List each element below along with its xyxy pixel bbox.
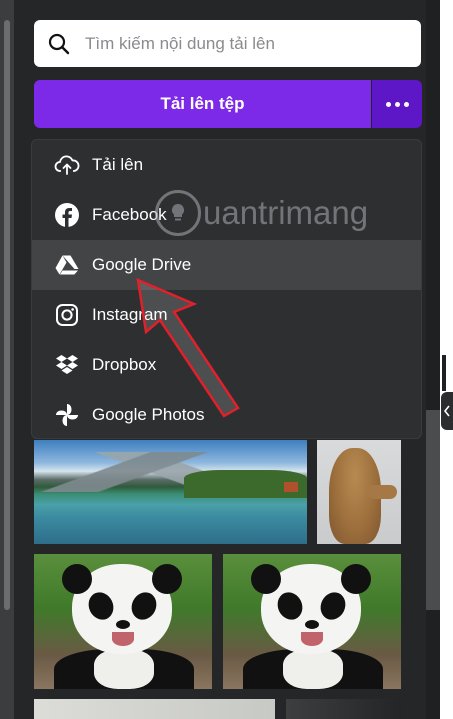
panda-chest <box>94 649 154 689</box>
cat-paw <box>367 485 397 499</box>
light-photo[interactable] <box>34 699 275 719</box>
divider <box>442 355 446 391</box>
panda-ear <box>341 564 371 594</box>
more-dots-icon <box>385 101 391 107</box>
menu-item-upload[interactable]: Tải lên <box>32 140 421 190</box>
more-options-button[interactable] <box>372 80 422 128</box>
panda-chest <box>283 649 343 689</box>
upload-file-button[interactable]: Tải lên tệp <box>34 80 371 128</box>
google-drive-icon <box>54 252 80 278</box>
panda-nose <box>305 620 319 629</box>
outer-scrollbar-thumb[interactable] <box>4 20 10 610</box>
watermark: uantrimang <box>155 190 368 236</box>
google-photos-icon <box>54 402 80 428</box>
upload-file-label: Tải lên tệp <box>160 94 245 113</box>
panda-ear <box>251 564 281 594</box>
panda-mouth <box>112 632 134 646</box>
cat-photo[interactable] <box>317 440 401 544</box>
menu-item-label: Tải lên <box>92 155 144 174</box>
panda-photo[interactable] <box>223 554 401 689</box>
panda-mouth <box>301 632 323 646</box>
facebook-icon <box>54 202 80 228</box>
more-dot <box>403 101 409 107</box>
panel-scroll-track <box>426 0 440 719</box>
search-box[interactable] <box>34 20 421 67</box>
cloud-upload-icon <box>54 152 80 178</box>
outer-scrollbar[interactable] <box>0 0 14 719</box>
watermark-text: uantrimang <box>203 194 369 231</box>
cabin <box>284 482 298 492</box>
panel-scrollbar-thumb[interactable] <box>426 410 440 610</box>
panda-ear <box>152 564 182 594</box>
more-dot <box>394 101 400 107</box>
lightbulb-logo-icon <box>155 190 201 236</box>
collapse-panel-button[interactable] <box>441 392 453 430</box>
panda-ear <box>62 564 92 594</box>
panda-nose <box>116 620 130 629</box>
chevron-left-icon <box>443 405 450 417</box>
dropbox-icon <box>54 352 80 378</box>
instagram-icon <box>54 302 80 328</box>
search-icon <box>48 33 70 54</box>
annotation-arrow <box>136 277 240 418</box>
search-input[interactable] <box>83 32 407 55</box>
dark-photo[interactable] <box>286 699 401 719</box>
lake-mountain-photo[interactable] <box>34 440 307 544</box>
panda-photo[interactable] <box>34 554 212 689</box>
